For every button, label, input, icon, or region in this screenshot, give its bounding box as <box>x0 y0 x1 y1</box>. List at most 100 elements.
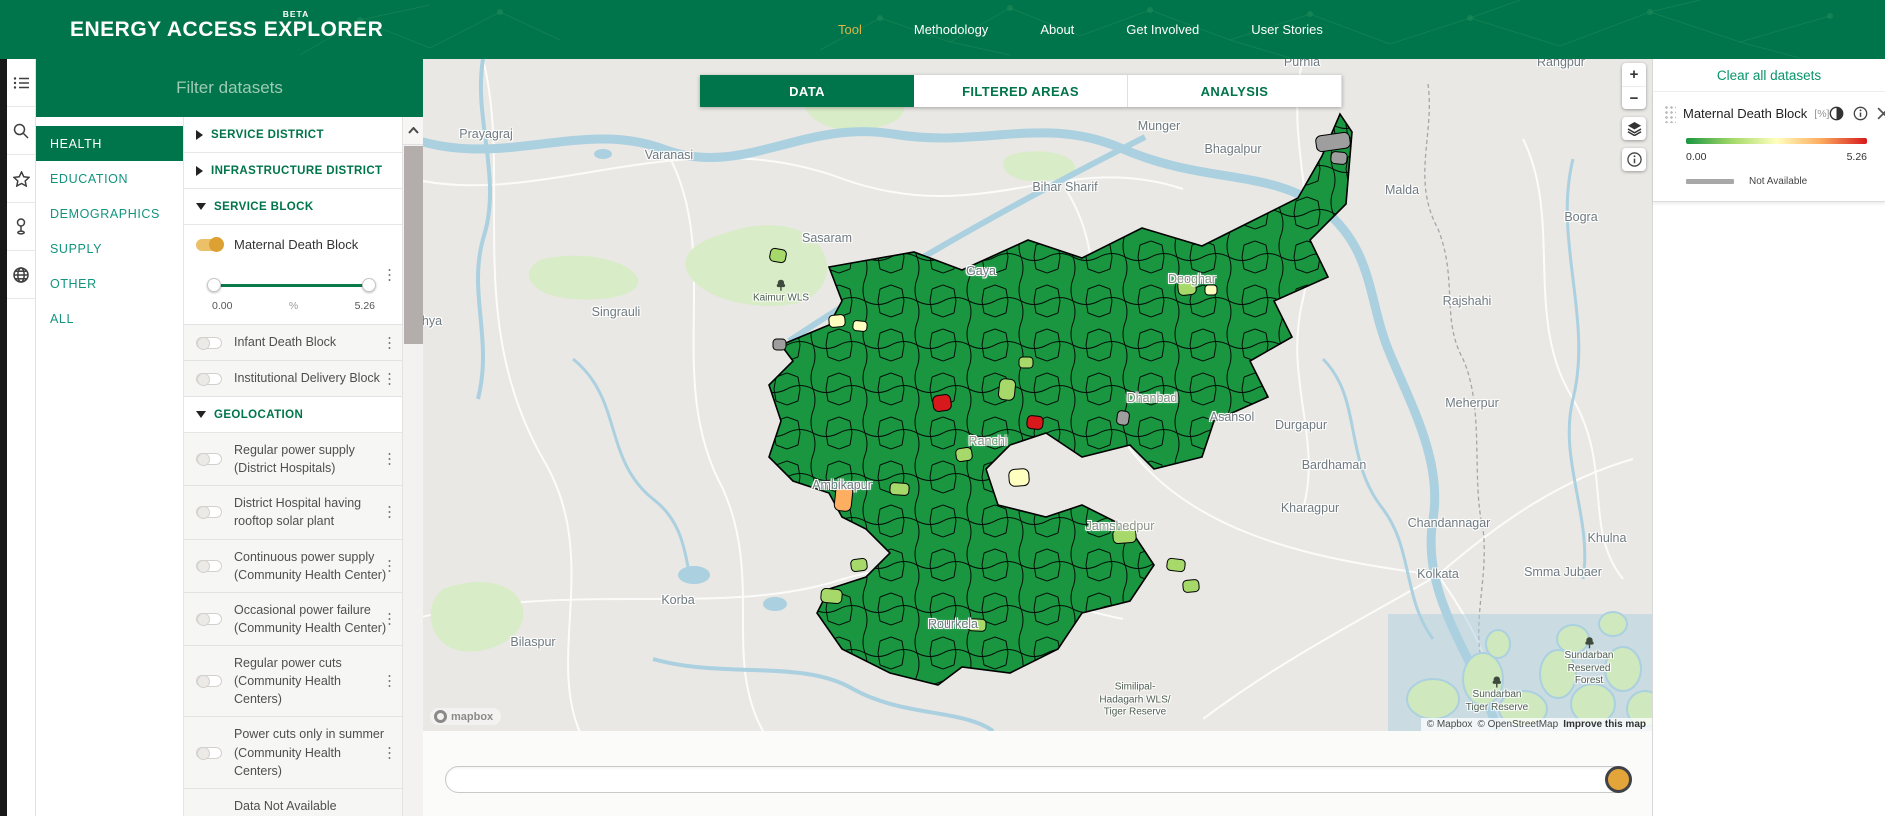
dataset-toggle-off[interactable] <box>196 613 222 625</box>
map-block[interactable] <box>1177 279 1196 296</box>
dataset-toggle-on[interactable] <box>196 239 222 251</box>
chevron-up-icon <box>408 127 419 134</box>
app-logo[interactable]: ENERGY ACCESS EXPLORER BETA <box>70 0 383 59</box>
bottom-strip <box>423 731 1652 816</box>
map-block[interactable] <box>968 619 987 632</box>
dataset-menu-button[interactable]: ⋮ <box>382 505 397 520</box>
dataset-toggle-off[interactable] <box>196 747 222 759</box>
map-block[interactable] <box>853 320 868 331</box>
search-button[interactable] <box>7 107 35 155</box>
map-block[interactable] <box>1008 468 1029 486</box>
dataset-toggle-off[interactable] <box>196 453 222 465</box>
dataset-range-slider[interactable] <box>214 278 369 292</box>
category-health[interactable]: HEALTH <box>36 126 183 161</box>
mapbox-attribution-link[interactable]: © Mapbox <box>1427 719 1473 730</box>
map-block[interactable] <box>1019 357 1033 368</box>
dataset-menu-button[interactable]: ⋮ <box>382 558 397 573</box>
category-supply[interactable]: SUPPLY <box>36 231 183 266</box>
dataset-item: Data Not Available (Community Health Cen… <box>184 789 423 816</box>
zoom-out-button[interactable]: − <box>1622 86 1646 109</box>
map-block[interactable] <box>955 447 973 462</box>
dataset-menu-button[interactable]: ⋮ <box>382 674 397 689</box>
drag-handle[interactable] <box>1663 104 1676 123</box>
map-block[interactable] <box>1116 410 1130 426</box>
nav-item-about[interactable]: About <box>1040 22 1074 37</box>
dataset-item: Occasional power failure (Community Heal… <box>184 593 423 646</box>
dataset-group-infrastructure-district[interactable]: INFRASTRUCTURE DISTRICT <box>184 153 423 189</box>
dataset-menu-button[interactable]: ⋮ <box>382 611 397 626</box>
map-block[interactable] <box>850 558 867 572</box>
map-block[interactable] <box>769 248 787 264</box>
map-block[interactable] <box>1166 558 1185 572</box>
nav-item-user-stories[interactable]: User Stories <box>1251 22 1323 37</box>
chevron-right-icon <box>196 130 203 140</box>
dataset-menu-button[interactable]: ⋮ <box>382 745 397 760</box>
map-block[interactable] <box>1331 151 1348 164</box>
dataset-info-button[interactable] <box>1853 106 1868 121</box>
map-canvas[interactable]: PrayagrajVaranasiBihar SharifSasaramGaya… <box>423 59 1652 731</box>
remove-dataset-button[interactable] <box>1877 107 1885 120</box>
map-block[interactable] <box>1026 415 1043 430</box>
scrollbar-thumb[interactable] <box>404 146 423 344</box>
map-block[interactable] <box>890 482 910 495</box>
close-icon <box>1877 107 1885 120</box>
dataset-menu-button[interactable]: ⋮ <box>382 371 397 386</box>
dataset-toggle-off[interactable] <box>196 675 222 687</box>
tab-analysis[interactable]: ANALYSIS <box>1128 75 1342 107</box>
contrast-toggle-button[interactable] <box>1829 106 1844 121</box>
dataset-list-button[interactable] <box>7 59 35 107</box>
slider-handle-min[interactable] <box>207 278 221 292</box>
category-all[interactable]: ALL <box>36 301 183 336</box>
not-available-swatch <box>1686 179 1734 184</box>
nav-item-methodology[interactable]: Methodology <box>914 22 988 37</box>
dataset-group-service-district[interactable]: SERVICE DISTRICT <box>184 117 423 153</box>
map-block[interactable] <box>932 394 952 412</box>
map-block[interactable] <box>1183 579 1200 592</box>
slider-handle-max[interactable] <box>362 278 376 292</box>
dataset-item-active: Maternal Death Block⋮0.00%5.26 <box>184 225 423 325</box>
globe-icon <box>13 267 29 283</box>
contrast-icon <box>1829 106 1844 121</box>
tab-data[interactable]: DATA <box>700 75 914 107</box>
clear-all-datasets-link[interactable]: Clear all datasets <box>1653 59 1885 92</box>
dataset-toggle-off[interactable] <box>196 373 222 385</box>
dataset-toggle-off[interactable] <box>196 560 222 572</box>
nav-item-get-involved[interactable]: Get Involved <box>1126 22 1199 37</box>
filter-datasets-searchbar[interactable]: Filter datasets <box>36 59 423 117</box>
scroll-up-button[interactable] <box>403 117 423 145</box>
dataset-group-service-block[interactable]: SERVICE BLOCK <box>184 189 423 225</box>
layers-button[interactable] <box>1622 117 1646 140</box>
improve-map-link[interactable]: Improve this map <box>1563 719 1646 730</box>
dataset-menu-button[interactable]: ⋮ <box>382 452 397 467</box>
zoom-in-button[interactable]: + <box>1622 63 1646 86</box>
active-datasets-panel: Clear all datasets Maternal Death Block … <box>1652 59 1885 816</box>
dataset-toggle-off[interactable] <box>196 506 222 518</box>
location-button[interactable] <box>7 203 35 251</box>
favorites-button[interactable] <box>7 155 35 203</box>
category-other[interactable]: OTHER <box>36 266 183 301</box>
dataset-menu-button[interactable]: ⋮ <box>382 335 397 350</box>
map-opacity-slider[interactable] <box>445 766 1630 793</box>
app-logo-text: ENERGY ACCESS EXPLORER <box>70 18 383 42</box>
tab-filtered-areas[interactable]: FILTERED AREAS <box>914 75 1128 107</box>
dataset-menu-button[interactable]: ⋮ <box>382 267 397 282</box>
mapbox-logo[interactable]: mapbox <box>430 708 501 725</box>
slider-knob[interactable] <box>1605 766 1632 793</box>
category-demographics[interactable]: DEMOGRAPHICS <box>36 196 183 231</box>
nav-item-tool[interactable]: Tool <box>838 22 862 37</box>
dataset-list-scrollbar[interactable] <box>402 117 423 816</box>
dataset-toggle-off[interactable] <box>196 337 222 349</box>
map-block[interactable] <box>1205 285 1217 295</box>
dataset-group-geolocation[interactable]: GEOLOCATION <box>184 397 423 433</box>
map-block[interactable] <box>773 339 786 350</box>
map-block[interactable] <box>1113 528 1137 544</box>
category-education[interactable]: EDUCATION <box>36 161 183 196</box>
map-block[interactable] <box>998 378 1016 401</box>
basemap-button[interactable] <box>7 251 35 299</box>
osm-attribution-link[interactable]: © OpenStreetMap <box>1477 719 1558 730</box>
info-icon <box>1853 106 1868 121</box>
map-info-button[interactable] <box>1622 148 1646 171</box>
map-block[interactable] <box>829 314 846 327</box>
map-block[interactable] <box>834 485 854 512</box>
map-block[interactable] <box>820 588 842 604</box>
